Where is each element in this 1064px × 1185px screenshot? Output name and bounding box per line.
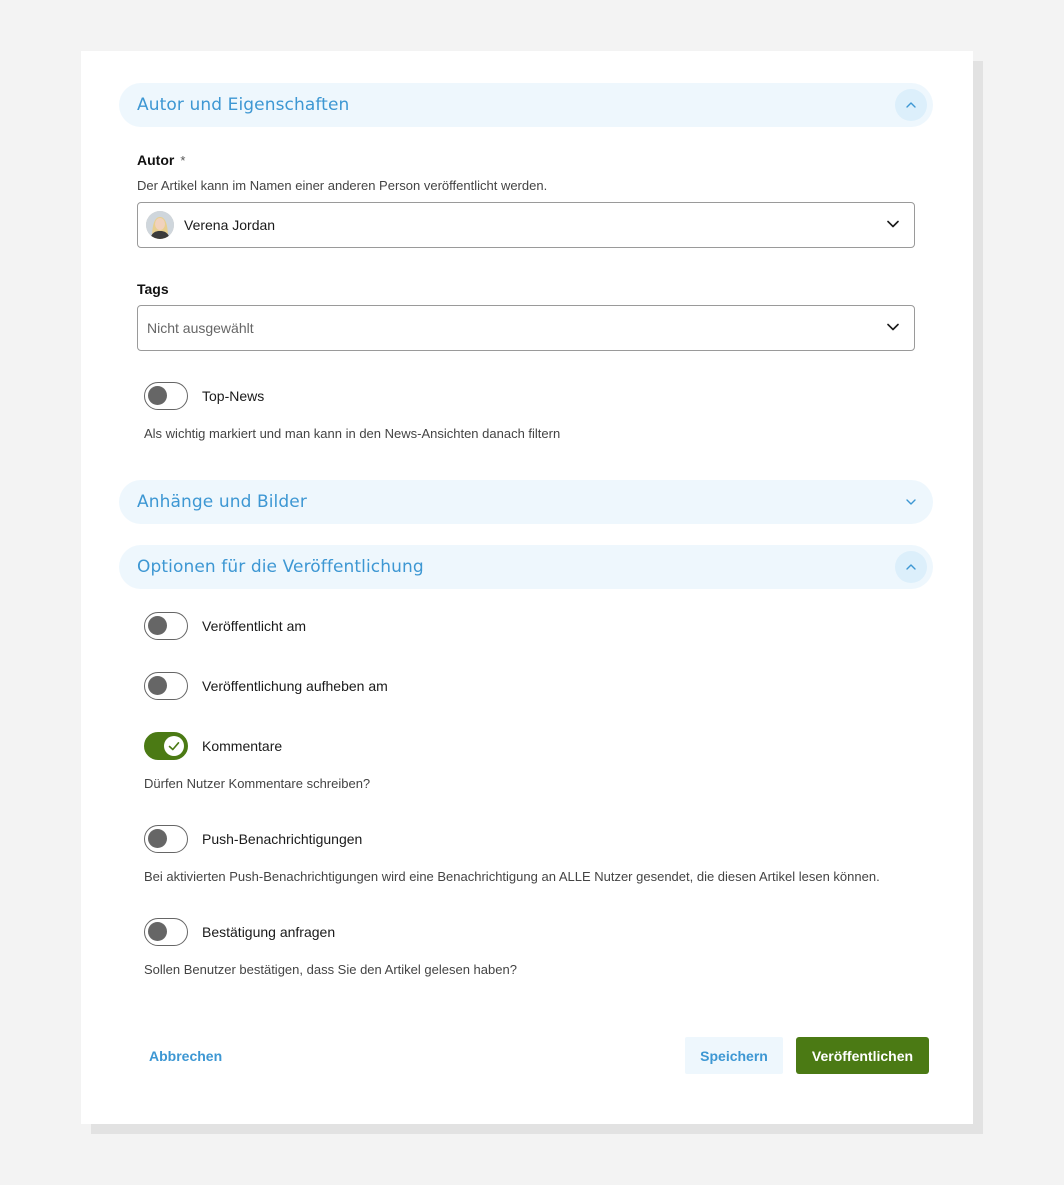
section-header-attachments[interactable]: Anhänge und Bilder xyxy=(119,480,933,524)
published-at-label: Veröffentlicht am xyxy=(202,618,307,634)
check-icon xyxy=(164,735,184,756)
publish-button[interactable]: Veröffentlichen xyxy=(796,1037,929,1074)
top-news-help: Als wichtig markiert und man kann in den… xyxy=(144,426,561,441)
comments-toggle[interactable] xyxy=(144,732,188,760)
section-title-attachments: Anhänge und Bilder xyxy=(137,492,307,512)
unpublish-at-row: Veröffentlichung aufheben am xyxy=(144,672,388,700)
chevron-up-icon[interactable] xyxy=(895,89,927,121)
author-help-text: Der Artikel kann im Namen einer anderen … xyxy=(137,178,548,193)
tags-select[interactable]: Nicht ausgewählt xyxy=(137,305,915,351)
tags-select-placeholder: Nicht ausgewählt xyxy=(147,320,254,336)
toggle-knob xyxy=(148,386,167,405)
top-news-toggle[interactable] xyxy=(144,382,188,410)
published-at-row: Veröffentlicht am xyxy=(144,612,306,640)
section-header-author[interactable]: Autor und Eigenschaften xyxy=(119,83,933,127)
author-label: Autor * xyxy=(137,152,186,168)
user-avatar xyxy=(146,211,174,239)
save-button[interactable]: Speichern xyxy=(685,1037,783,1074)
chevron-down-icon[interactable] xyxy=(895,486,927,518)
author-select-value: Verena Jordan xyxy=(184,217,276,233)
push-toggle[interactable] xyxy=(144,825,188,853)
chevron-down-icon xyxy=(886,217,900,236)
published-at-toggle[interactable] xyxy=(144,612,188,640)
tags-label: Tags xyxy=(137,281,169,297)
confirm-toggle[interactable] xyxy=(144,918,188,946)
comments-row: Kommentare xyxy=(144,732,282,760)
confirm-help: Sollen Benutzer bestätigen, dass Sie den… xyxy=(144,962,517,977)
unpublish-at-label: Veröffentlichung aufheben am xyxy=(202,678,388,694)
toggle-knob xyxy=(148,616,167,635)
confirm-row: Bestätigung anfragen xyxy=(144,918,335,946)
push-help: Bei aktivierten Push-Benachrichtigungen … xyxy=(144,869,880,884)
chevron-up-icon[interactable] xyxy=(895,551,927,583)
chevron-down-icon xyxy=(886,320,900,339)
comments-help: Dürfen Nutzer Kommentare schreiben? xyxy=(144,776,371,791)
push-label: Push-Benachrichtigungen xyxy=(202,831,363,847)
comments-label: Kommentare xyxy=(202,738,283,754)
confirm-label: Bestätigung anfragen xyxy=(202,924,336,940)
author-select[interactable]: Verena Jordan xyxy=(137,202,915,248)
cancel-button[interactable]: Abbrechen xyxy=(137,1037,234,1074)
toggle-knob xyxy=(148,922,167,941)
toggle-knob xyxy=(148,676,167,695)
section-title-author: Autor und Eigenschaften xyxy=(137,95,350,115)
section-header-publishing[interactable]: Optionen für die Veröffentlichung xyxy=(119,545,933,589)
unpublish-at-toggle[interactable] xyxy=(144,672,188,700)
section-title-publishing: Optionen für die Veröffentlichung xyxy=(137,557,424,577)
top-news-row: Top-News xyxy=(144,382,264,410)
required-mark: * xyxy=(180,153,186,168)
toggle-knob xyxy=(148,829,167,848)
article-settings-card: Autor und Eigenschaften Autor * Der Artik… xyxy=(81,51,973,1124)
push-row: Push-Benachrichtigungen xyxy=(144,825,362,853)
top-news-label: Top-News xyxy=(202,388,265,404)
